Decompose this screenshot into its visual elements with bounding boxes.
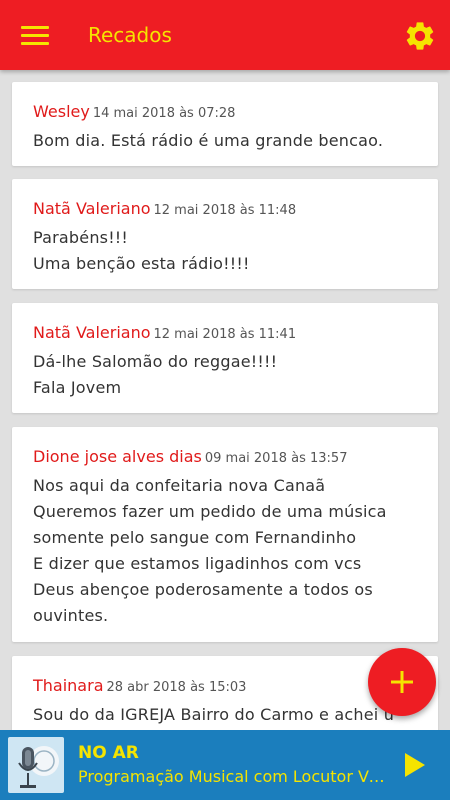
message-author: Wesley — [33, 102, 90, 121]
plus-icon — [391, 671, 413, 693]
message-author: Thainara — [33, 676, 104, 695]
hamburger-menu-icon[interactable] — [21, 25, 49, 47]
message-text: Dá-lhe Salomão do reggae!!!! Fala Jovem — [33, 352, 278, 397]
message-card[interactable]: Wesley 14 mai 2018 às 07:28 Bom dia. Está… — [12, 82, 438, 166]
add-message-button[interactable] — [368, 648, 436, 716]
message-text: Sou do da IGREJA Bairro do Carmo e achei… — [33, 705, 395, 724]
message-text: Bom dia. Está rádio é uma grande bencao. — [33, 131, 384, 150]
message-author: Natã Valeriano — [33, 199, 151, 218]
message-text: Nos aqui da confeitaria nova Canaã Quere… — [33, 476, 387, 625]
message-date: 28 abr 2018 às 15:03 — [106, 680, 247, 695]
gear-icon[interactable] — [403, 19, 437, 53]
message-card[interactable]: Natã Valeriano 12 mai 2018 às 11:48 Parab… — [12, 179, 438, 289]
on-air-label: NO AR — [78, 743, 139, 763]
player-bar[interactable]: NO AR Programação Musical com Locutor Vi… — [0, 730, 450, 800]
program-title: Programação Musical com Locutor Virtual — [78, 767, 388, 786]
page-title: Recados — [88, 23, 172, 47]
message-date: 12 mai 2018 às 11:41 — [153, 327, 297, 342]
microphone-icon — [8, 737, 64, 793]
app-bar: Recados — [0, 0, 450, 70]
messages-list[interactable]: Wesley 14 mai 2018 às 07:28 Bom dia. Está… — [0, 70, 450, 730]
message-author: Natã Valeriano — [33, 323, 151, 342]
message-date: 12 mai 2018 às 11:48 — [153, 203, 297, 218]
message-card[interactable]: Dione jose alves dias 09 mai 2018 às 13:5… — [12, 427, 438, 642]
message-date: 14 mai 2018 às 07:28 — [92, 106, 236, 121]
message-author: Dione jose alves dias — [33, 447, 202, 466]
album-art — [8, 737, 64, 793]
message-card[interactable]: Natã Valeriano 12 mai 2018 às 11:41 Dá-lh… — [12, 303, 438, 413]
message-date: 09 mai 2018 às 13:57 — [204, 451, 348, 466]
play-icon[interactable] — [400, 750, 430, 780]
message-text: Parabéns!!! Uma benção esta rádio!!!! — [33, 228, 250, 273]
